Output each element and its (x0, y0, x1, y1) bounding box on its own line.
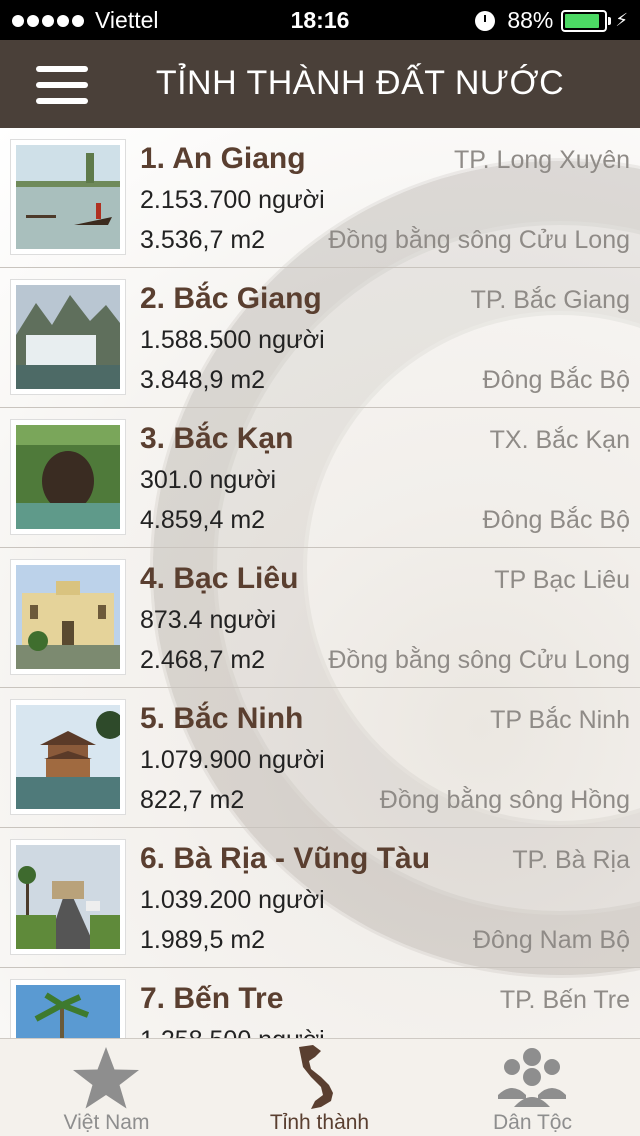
province-area: 3.848,9 m2 (140, 366, 266, 394)
province-population: 1.588.500 người (140, 326, 325, 354)
people-icon (498, 1048, 566, 1107)
province-thumbnail (10, 559, 126, 675)
province-thumbnail (10, 839, 126, 955)
tab-dan-toc[interactable]: Dân Tộc (426, 1039, 639, 1136)
province-row[interactable]: 5. Bắc Ninh TP Bắc Ninh 1.079.900 người … (0, 688, 640, 828)
province-row[interactable]: 3. Bắc Kạn TX. Bắc Kạn 301.0 người 4.859… (0, 408, 640, 548)
province-capital: TP. Bến Tre (499, 986, 630, 1014)
province-region: Đồng bằng sông Cửu Long (328, 226, 630, 254)
tab-label: Việt Nam (63, 1111, 150, 1134)
province-region: Đông Bắc Bộ (482, 366, 630, 394)
province-name: 4. Bạc Liêu (140, 562, 299, 595)
charging-bolt-icon: ⚡ (615, 10, 628, 30)
province-name: 3. Bắc Kạn (140, 422, 294, 455)
province-capital: TP Bạc Liêu (494, 566, 630, 594)
province-area: 3.536,7 m2 (140, 226, 266, 254)
navigation-bar: TỈNH THÀNH ĐẤT NƯỚC (0, 40, 640, 128)
province-capital: TP Bắc Ninh (490, 706, 630, 734)
province-thumbnail (10, 419, 126, 535)
province-row[interactable]: 6. Bà Rịa - Vũng Tàu TP. Bà Rịa 1.039.20… (0, 828, 640, 968)
province-area: 4.859,4 m2 (140, 506, 266, 534)
battery-percent: 88% (507, 7, 554, 33)
alarm-icon (475, 10, 496, 31)
province-region: Đồng bằng sông Hồng (379, 786, 630, 814)
app-screen: Viettel 18:16 88% ⚡ TỈNH THÀNH ĐẤT NƯỚC (0, 0, 640, 1136)
province-thumbnail (10, 139, 126, 255)
province-region: Đông Bắc Bộ (482, 506, 630, 534)
star-icon (73, 1047, 139, 1109)
battery-icon (561, 9, 612, 32)
page-title: TỈNH THÀNH ĐẤT NƯỚC (155, 64, 565, 102)
province-population: 2.153.700 người (140, 186, 325, 214)
province-name: 1. An Giang (140, 142, 306, 175)
province-name: 5. Bắc Ninh (140, 702, 304, 735)
province-population: 301.0 người (140, 466, 276, 494)
tab-viet-nam[interactable]: Việt Nam (0, 1039, 213, 1136)
province-population: 1.039.200 người (140, 886, 325, 914)
province-thumbnail (10, 699, 126, 815)
province-name: 6. Bà Rịa - Vũng Tàu (140, 842, 431, 875)
province-area: 822,7 m2 (140, 786, 245, 814)
province-capital: TP. Bà Rịa (512, 846, 630, 874)
province-name: 7. Bến Tre (140, 982, 284, 1015)
province-row[interactable]: 7. Bến Tre TP. Bến Tre 1.258.500 người (0, 968, 640, 1038)
province-area: 2.468,7 m2 (140, 646, 266, 674)
province-name: 2. Bắc Giang (140, 282, 322, 315)
province-capital: TP. Long Xuyên (453, 146, 630, 174)
province-population: 1.079.900 người (140, 746, 325, 774)
province-population: 1.258.500 người (140, 1026, 325, 1038)
province-thumbnail (10, 979, 126, 1038)
province-region: Đông Nam Bộ (472, 926, 630, 954)
province-capital: TX. Bắc Kạn (489, 426, 630, 454)
status-bar: Viettel 18:16 88% ⚡ (0, 0, 640, 40)
province-row[interactable]: 4. Bạc Liêu TP Bạc Liêu 873.4 người 2.46… (0, 548, 640, 688)
province-row[interactable]: 1. An Giang TP. Long Xuyên 2.153.700 ngư… (0, 128, 640, 268)
tab-bar: Việt Nam Tỉnh thành Dân Tộc (0, 1038, 640, 1136)
tab-label: Tỉnh thành (269, 1111, 370, 1134)
tab-tinh-thanh[interactable]: Tỉnh thành (213, 1039, 426, 1136)
province-region: Đồng bằng sông Cửu Long (328, 646, 630, 674)
province-row[interactable]: 2. Bắc Giang TP. Bắc Giang 1.588.500 ngư… (0, 268, 640, 408)
tab-label: Dân Tộc (493, 1111, 572, 1134)
province-population: 873.4 người (140, 606, 276, 634)
province-thumbnail (10, 279, 126, 395)
province-capital: TP. Bắc Giang (470, 286, 630, 314)
status-right: 88% ⚡ (475, 7, 628, 34)
vietnam-map-icon (299, 1045, 333, 1109)
province-area: 1.989,5 m2 (140, 926, 266, 954)
province-list[interactable]: 1. An Giang TP. Long Xuyên 2.153.700 ngư… (0, 128, 640, 1038)
